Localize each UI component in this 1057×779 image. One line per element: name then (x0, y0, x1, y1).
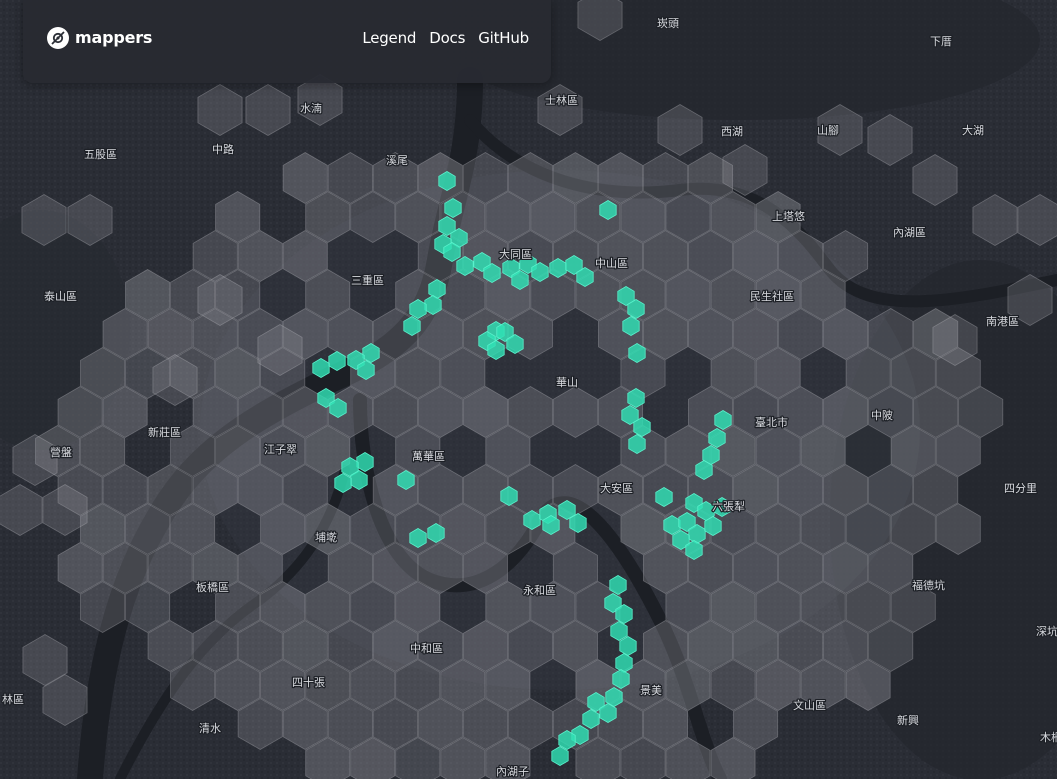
place-label: 水湳 (300, 101, 322, 115)
place-label: 景美 (640, 684, 662, 697)
place-label: 中路 (212, 143, 234, 156)
place-label: 萬華區 (412, 450, 445, 463)
place-label: 新莊區 (148, 425, 181, 439)
place-label: 崁頭 (657, 17, 679, 30)
place-label: 板橋區 (196, 580, 229, 594)
place-label: 內湖子 (496, 765, 529, 778)
place-label: 溪尾 (386, 154, 408, 167)
place-label: 大湖 (962, 123, 984, 137)
place-label: 新興 (897, 713, 919, 727)
nav-link-docs[interactable]: Docs (429, 29, 465, 47)
place-label: 四分里 (1004, 482, 1037, 495)
place-label: 臺北市 (755, 415, 788, 429)
place-label: 文山區 (793, 698, 826, 712)
place-label: 林區 (2, 692, 24, 706)
place-label: 內湖區 (893, 226, 926, 239)
place-label: 六張犁 (712, 499, 745, 513)
place-label: 五股區 (84, 148, 117, 161)
place-label: 上塔悠 (772, 209, 805, 223)
place-label: 泰山區 (44, 289, 77, 303)
mappers-logo-icon (47, 26, 69, 49)
place-label: 大同區 (499, 247, 532, 261)
place-label: 大安區 (600, 481, 633, 495)
place-label: 清水 (199, 722, 221, 735)
place-label: 華山 (556, 376, 578, 389)
place-label: 江子翠 (264, 443, 297, 456)
place-label: 山腳 (817, 124, 839, 137)
place-label: 福德坑 (912, 578, 945, 592)
top-navbar: mappers Legend Docs GitHub (23, 0, 551, 83)
place-label: 民生社區 (750, 289, 794, 303)
brand[interactable]: mappers (47, 26, 153, 49)
place-label: 中山區 (595, 257, 628, 270)
place-label: 營盤 (50, 446, 72, 459)
place-label: 下厝 (930, 35, 952, 48)
place-label: 木柵 (1040, 730, 1057, 744)
place-label: 三重區 (351, 273, 384, 287)
nav-links: Legend Docs GitHub (362, 29, 529, 47)
app-name: mappers (75, 28, 153, 47)
nav-link-github[interactable]: GitHub (478, 29, 529, 47)
place-label: 南港區 (986, 315, 1019, 328)
hex-density-map[interactable]: 崁頭下厝水湳 士林區五股區 中路溪尾 西湖 山腳 大湖上塔悠內湖區大同區中山區泰山區 三重區… (0, 0, 1057, 779)
place-label: 永和區 (523, 583, 556, 597)
place-label: 中陂 (871, 408, 893, 422)
place-label: 中和區 (410, 642, 443, 655)
place-label: 西湖 (721, 125, 743, 138)
place-label: 四十張 (292, 675, 325, 689)
place-label: 士林區 (545, 93, 578, 107)
place-label: 深坑 (1036, 624, 1057, 638)
nav-link-legend[interactable]: Legend (362, 29, 416, 47)
place-label: 埔墘 (315, 530, 337, 544)
map-viewport[interactable]: 崁頭下厝水湳 士林區五股區 中路溪尾 西湖 山腳 大湖上塔悠內湖區大同區中山區泰山區 三重區… (0, 0, 1057, 779)
